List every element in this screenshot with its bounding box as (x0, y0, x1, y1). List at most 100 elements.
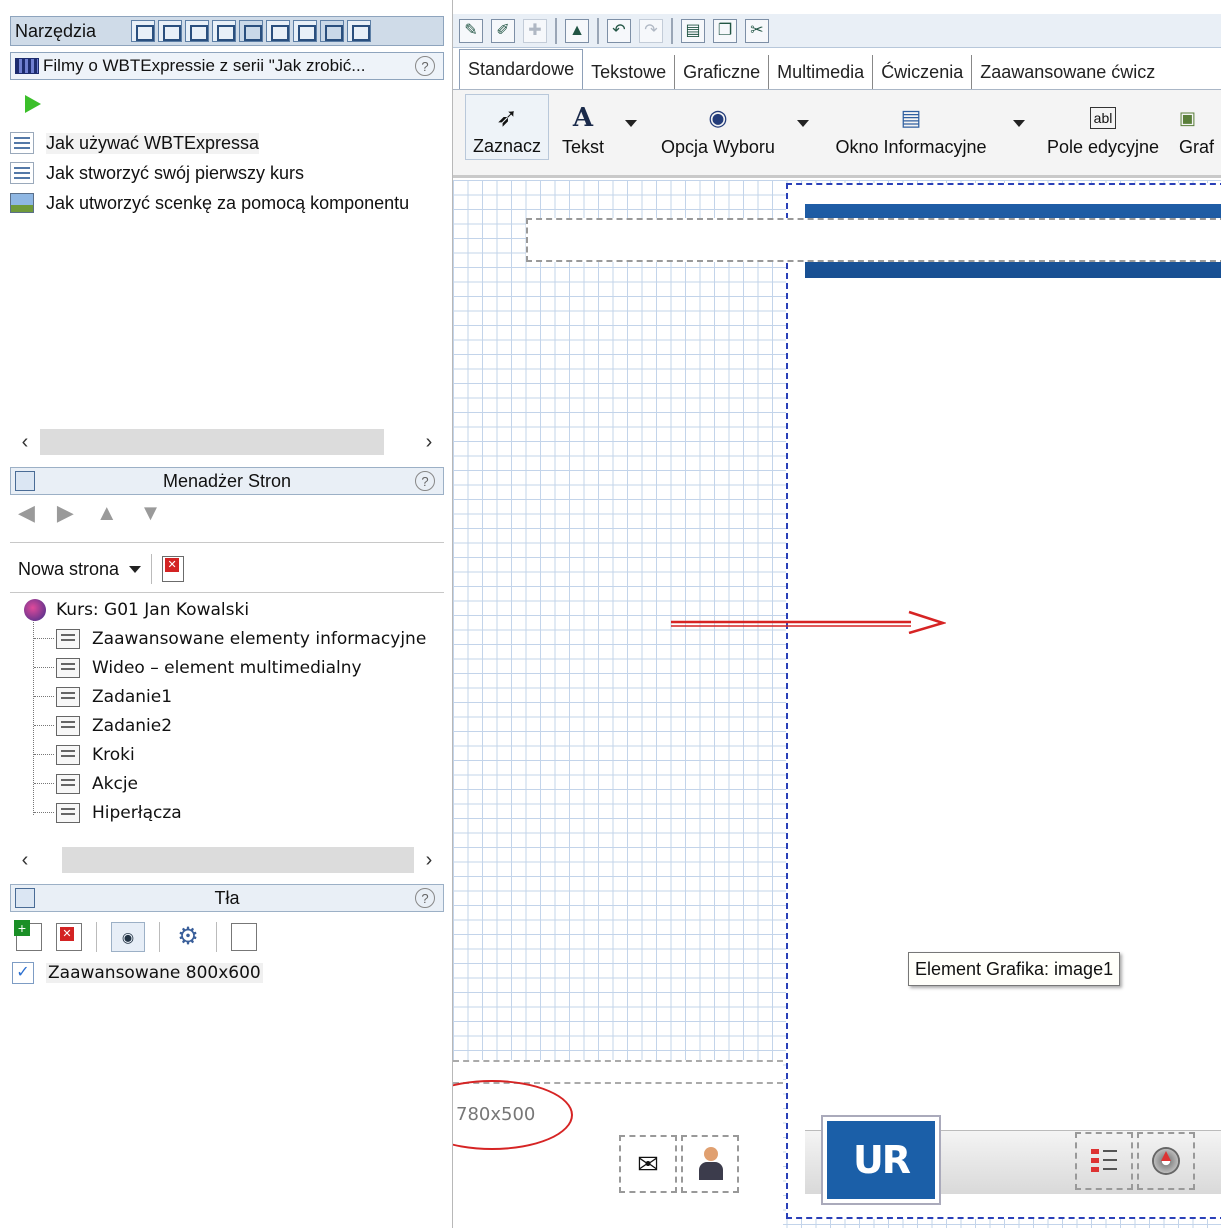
university-logo[interactable]: UR (821, 1115, 941, 1205)
element-tooltip: Element Grafika: image1 (908, 952, 1121, 986)
page-manager-title: Menadżer Stron (162, 470, 292, 491)
arrow-up-icon[interactable]: ▲ (96, 500, 118, 526)
copy-icon[interactable]: ❐ (713, 18, 737, 43)
import-icon[interactable] (158, 20, 182, 42)
background-page-icon (15, 888, 35, 908)
tab-standardowe[interactable]: Standardowe (459, 49, 584, 89)
eye-icon[interactable]: ◉ (111, 922, 145, 952)
tree-item-page[interactable]: Kroki (10, 740, 444, 769)
publish-icon[interactable]: ▲ (565, 18, 589, 43)
paste-icon[interactable]: ▤ (681, 18, 705, 43)
help-icon[interactable]: ? (415, 56, 435, 76)
scrollbar-thumb[interactable] (40, 429, 384, 455)
edit-field-button[interactable]: abl Pole edycyjne (1039, 94, 1167, 160)
chevron-down-icon[interactable] (1013, 120, 1025, 127)
preview-icon[interactable] (293, 20, 317, 42)
tree-item-page[interactable]: Hiperłącza (10, 798, 444, 827)
tab-cwiczenia[interactable]: Ćwiczenia (873, 55, 973, 89)
background-item[interactable]: ✓ Zaawansowane 800x600 (12, 962, 263, 984)
help-icon[interactable]: ? (415, 471, 435, 491)
tree-item-page[interactable]: Zadanie1 (10, 682, 444, 711)
film-icon[interactable] (320, 20, 344, 42)
add-icon[interactable]: ✚ (523, 18, 547, 43)
arrow-down-icon[interactable]: ▼ (140, 500, 162, 526)
divider (96, 922, 97, 952)
page-tree: Kurs: G01 Jan Kowalski Zaawansowane elem… (10, 595, 444, 827)
cut-icon[interactable]: ✂ (745, 18, 769, 43)
divider (10, 592, 444, 593)
arrow-right-icon[interactable]: ▶ (57, 500, 74, 526)
chevron-down-icon[interactable] (129, 565, 142, 573)
title-text-placeholder[interactable] (526, 218, 1221, 262)
text-tool-button[interactable]: A Tekst (555, 94, 611, 160)
arrow-left-icon[interactable]: ◀ (18, 500, 35, 526)
backgrounds-title: Tła (214, 887, 240, 908)
backgrounds-toolbar: ◉ ⚙ (14, 920, 257, 952)
graphic-tool-button[interactable]: ▣ Graf (1179, 94, 1221, 160)
scroll-left-icon[interactable]: ‹ (10, 849, 40, 872)
navigation-compass-button[interactable] (1137, 1132, 1195, 1190)
document-icon (10, 162, 34, 184)
tree-item-page[interactable]: Zaawansowane elementy informacyjne (10, 624, 444, 653)
tree-icon[interactable] (185, 20, 209, 42)
logo-mark: UR (827, 1121, 935, 1199)
video-item-label: Jak utworzyć scenkę za pomocą komponentu (46, 192, 410, 213)
video-list: Jak używać WBTExpressa Jak stworzyć swój… (10, 128, 444, 218)
page-icon (56, 657, 80, 678)
info-window-button[interactable]: ▤ Okno Informacyjne (823, 94, 999, 160)
gear-icon[interactable]: ⚙ (174, 923, 202, 951)
add-background-icon[interactable] (14, 920, 42, 951)
video-item[interactable]: Jak używać WBTExpressa (10, 128, 444, 158)
option-tool-button[interactable]: ◉ Opcja Wyboru (651, 94, 785, 160)
select-region-icon[interactable] (266, 20, 290, 42)
tab-tekstowe[interactable]: Tekstowe (583, 55, 676, 89)
video-item-label: Jak używać WBTExpressa (46, 132, 260, 154)
design-canvas[interactable]: Element Grafika: image1 780x500 ✉ UR (453, 180, 1221, 1228)
ribbon-tabs: Standardowe Tekstowe Graficzne Multimedi… (453, 49, 1221, 90)
page-stage[interactable] (786, 183, 1221, 1219)
scroll-right-icon[interactable]: › (414, 431, 444, 454)
backgrounds-header: Tła ? (10, 884, 444, 912)
chevron-down-icon[interactable] (797, 120, 809, 127)
edit-style-icon[interactable]: ✐ (491, 18, 515, 43)
mail-button[interactable]: ✉ (619, 1135, 677, 1193)
export-background-icon[interactable] (231, 923, 257, 951)
divider (671, 17, 673, 44)
delete-page-icon[interactable] (162, 556, 185, 582)
tree-root[interactable]: Kurs: G01 Jan Kowalski (10, 595, 444, 624)
layers-icon[interactable] (239, 20, 263, 42)
tree-item-page[interactable]: Wideo – element multimedialny (10, 653, 444, 682)
scrollbar-thumb[interactable] (62, 847, 414, 873)
help-icon[interactable]: ? (415, 888, 435, 908)
author-button[interactable] (681, 1135, 739, 1193)
scroll-right-icon[interactable]: › (414, 849, 444, 872)
person-icon (698, 1147, 723, 1181)
graphic-image-icon: ▣ (1179, 107, 1197, 128)
tree-horizontal-scrollbar[interactable]: ‹ › (10, 846, 444, 874)
tree-item-page[interactable]: Zadanie2 (10, 711, 444, 740)
tab-graficzne[interactable]: Graficzne (675, 55, 770, 89)
delete-background-icon[interactable] (56, 923, 82, 951)
add-icon[interactable] (347, 20, 371, 42)
video-item[interactable]: Jak utworzyć scenkę za pomocą komponentu (10, 188, 444, 218)
edit-properties-icon[interactable]: ✎ (459, 18, 483, 43)
page-icon[interactable] (212, 20, 236, 42)
tree-item-page[interactable]: Akcje (10, 769, 444, 798)
chevron-down-icon[interactable] (625, 120, 637, 127)
tab-zaawansowane-cwiczenia[interactable]: Zaawansowane ćwicz (972, 55, 1163, 89)
video-item[interactable]: Jak stworzyć swój pierwszy kurs (10, 158, 444, 188)
scroll-left-icon[interactable]: ‹ (10, 431, 40, 454)
play-icon[interactable] (25, 95, 41, 113)
videos-horizontal-scrollbar[interactable]: ‹ › (10, 428, 444, 456)
background-checkbox[interactable]: ✓ (12, 962, 34, 984)
envelope-icon: ✉ (637, 1148, 659, 1179)
cursor-icon: ➶ (496, 101, 518, 132)
page-icon (56, 715, 80, 736)
select-tool-button[interactable]: ➶ Zaznacz (465, 94, 549, 160)
redo-icon[interactable]: ↷ (639, 18, 663, 43)
tab-multimedia[interactable]: Multimedia (769, 55, 874, 89)
frame-icon[interactable] (131, 20, 155, 42)
menu-list-button[interactable] (1075, 1132, 1133, 1190)
undo-icon[interactable]: ↶ (607, 18, 631, 43)
new-page-dropdown[interactable]: Nowa strona (18, 559, 119, 580)
